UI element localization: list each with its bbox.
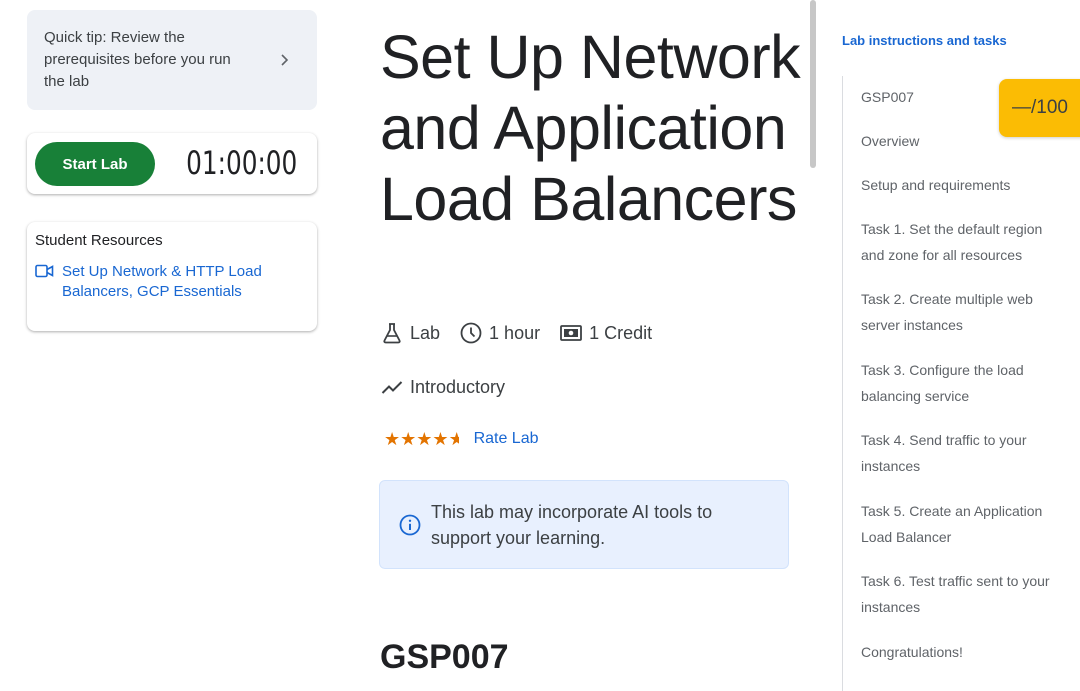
- score-badge: —/100: [999, 79, 1080, 137]
- toc-item-task-1[interactable]: Task 1. Set the default region and zone …: [861, 216, 1061, 268]
- main-scrollbar[interactable]: [810, 0, 816, 168]
- video-camera-icon: [35, 264, 54, 278]
- lab-cost: 1 Credit: [560, 323, 652, 344]
- lab-type: Lab: [381, 322, 440, 344]
- star-icon: ★: [432, 429, 449, 449]
- toc-header[interactable]: Lab instructions and tasks: [842, 33, 1007, 48]
- half-star-icon: ★: [448, 430, 459, 448]
- trending-up-icon: [381, 381, 403, 394]
- clock-icon: [460, 322, 482, 344]
- lab-meta-row: Lab 1 hour 1 Credit: [381, 322, 672, 344]
- lab-level-label: Introductory: [410, 376, 506, 397]
- lab-type-label: Lab: [410, 322, 441, 343]
- credit-icon: [560, 325, 582, 341]
- resource-link-label: Set Up Network & HTTP Load Balancers, GC…: [62, 263, 262, 300]
- toc-item-task-6[interactable]: Task 6. Test traffic sent to your instan…: [861, 568, 1061, 620]
- star-icon: ★: [416, 429, 433, 449]
- star-icon: ★: [400, 429, 417, 449]
- toc-item-congratulations[interactable]: Congratulations!: [861, 639, 1061, 665]
- section-heading: GSP007: [380, 638, 509, 676]
- start-lab-card: Start Lab 01:00:00: [27, 133, 317, 194]
- ai-notice-text: This lab may incorporate AI tools to sup…: [431, 501, 713, 548]
- lab-duration: 1 hour: [460, 322, 540, 344]
- toc-item-task-5[interactable]: Task 5. Create an Application Load Balan…: [861, 498, 1061, 550]
- resource-video-link[interactable]: Set Up Network & HTTP Load Balancers, GC…: [35, 262, 309, 302]
- star-icon: ★: [384, 429, 401, 449]
- star-rating: ★ ★ ★ ★ ★: [384, 430, 459, 448]
- start-lab-button[interactable]: Start Lab: [35, 142, 155, 186]
- toc-item-task-3[interactable]: Task 3. Configure the load balancing ser…: [861, 357, 1061, 409]
- info-icon: [399, 514, 421, 535]
- quick-tip-text: Quick tip: Review the prerequisites befo…: [44, 29, 231, 90]
- toc-divider: [842, 76, 843, 691]
- lab-cost-label: 1 Credit: [589, 322, 653, 343]
- toc-item-setup[interactable]: Setup and requirements: [861, 172, 1061, 198]
- lab-duration-label: 1 hour: [489, 322, 541, 343]
- quick-tip-card[interactable]: Quick tip: Review the prerequisites befo…: [27, 10, 317, 110]
- lab-level: Introductory: [381, 376, 505, 398]
- flask-icon: [383, 323, 401, 344]
- rate-lab-link[interactable]: Rate Lab: [474, 430, 539, 448]
- ai-notice-banner: This lab may incorporate AI tools to sup…: [379, 480, 789, 569]
- chevron-right-icon: [281, 54, 289, 66]
- student-resources-card: Student Resources Set Up Network & HTTP …: [27, 222, 317, 331]
- rating-row: ★ ★ ★ ★ ★ Rate Lab: [384, 430, 539, 448]
- toc-item-task-2[interactable]: Task 2. Create multiple web server insta…: [861, 286, 1061, 338]
- lab-timer: 01:00:00: [185, 144, 297, 182]
- toc-item-task-4[interactable]: Task 4. Send traffic to your instances: [861, 427, 1061, 479]
- student-resources-title: Student Resources: [35, 232, 163, 249]
- page-title: Set Up Network and Application Load Bala…: [380, 23, 801, 233]
